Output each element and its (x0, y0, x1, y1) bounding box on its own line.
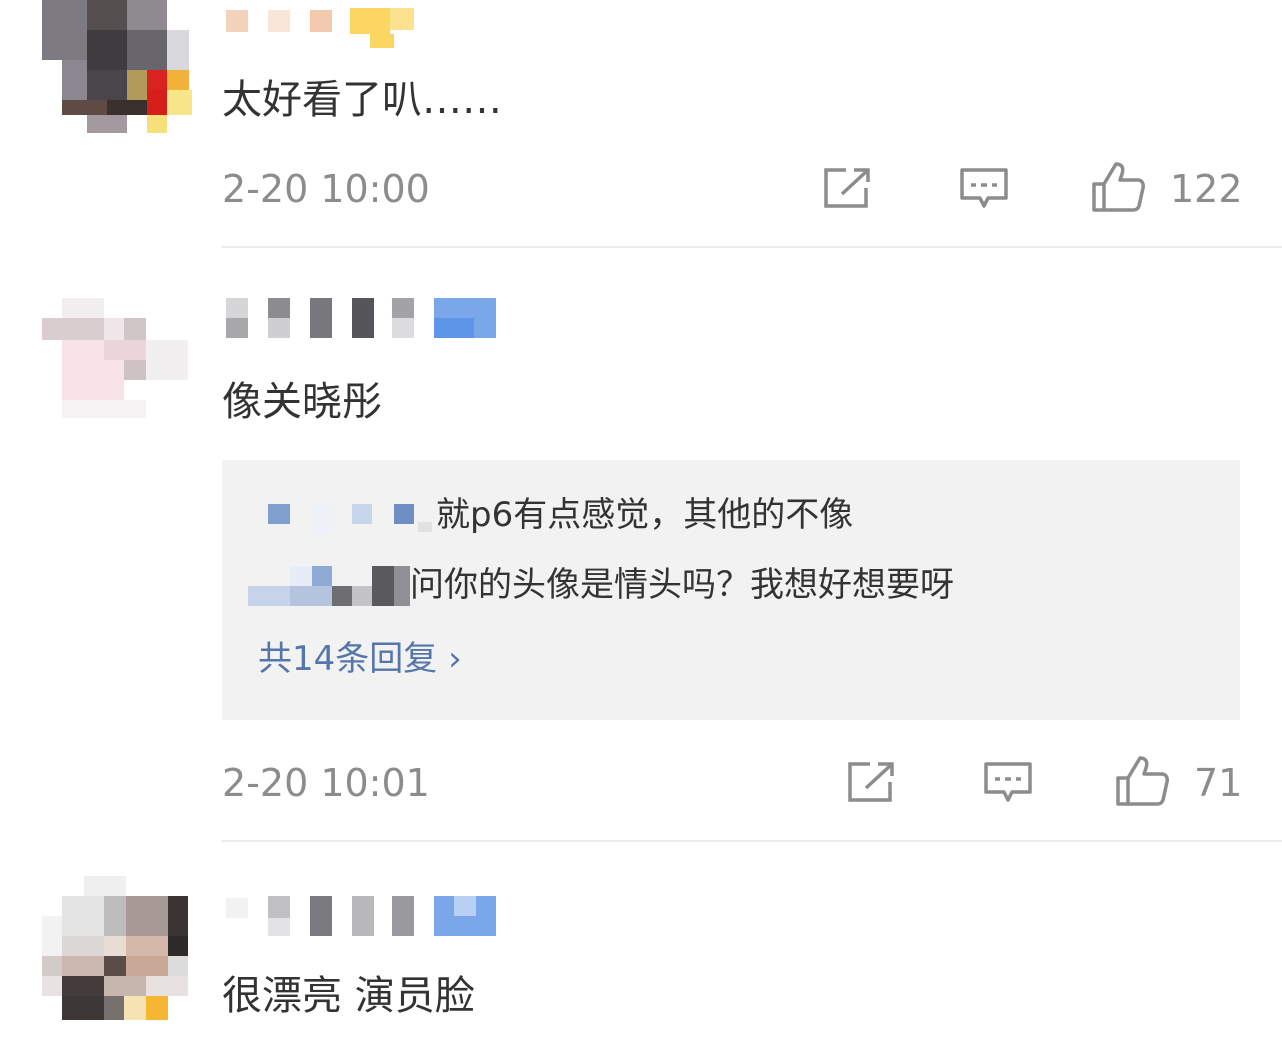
comment-icon[interactable] (982, 760, 1034, 806)
divider (222, 840, 1282, 842)
like-icon[interactable] (1114, 754, 1170, 808)
comment-icon[interactable] (958, 166, 1010, 212)
comment-text: 太好看了叭…… (222, 77, 502, 123)
reply-text: 问你的头像是情头吗？我想好想要呀 (410, 565, 954, 605)
reply-username-redacted[interactable] (248, 566, 414, 606)
comment-timestamp: 2-20 10:00 (222, 167, 430, 211)
username-redacted[interactable] (226, 894, 498, 938)
avatar[interactable] (42, 876, 190, 1022)
share-icon[interactable] (846, 760, 898, 804)
reply-username-redacted[interactable] (268, 504, 436, 534)
like-icon[interactable] (1090, 160, 1146, 214)
share-icon[interactable] (822, 166, 874, 210)
avatar[interactable] (42, 0, 192, 135)
comment-timestamp: 2-20 10:01 (222, 761, 430, 805)
like-count: 71 (1194, 761, 1243, 805)
reply-text: 就p6有点感觉，其他的不像 (436, 495, 854, 535)
avatar[interactable] (42, 298, 190, 420)
more-replies-link[interactable]: 共14条回复 › (258, 642, 462, 676)
username-redacted[interactable] (226, 296, 498, 340)
like-count: 122 (1170, 167, 1243, 211)
comment-text: 很漂亮 演员脸 (222, 973, 475, 1019)
comment-text: 像关晓彤 (222, 379, 382, 425)
divider (222, 246, 1282, 248)
username-redacted[interactable] (226, 8, 416, 50)
